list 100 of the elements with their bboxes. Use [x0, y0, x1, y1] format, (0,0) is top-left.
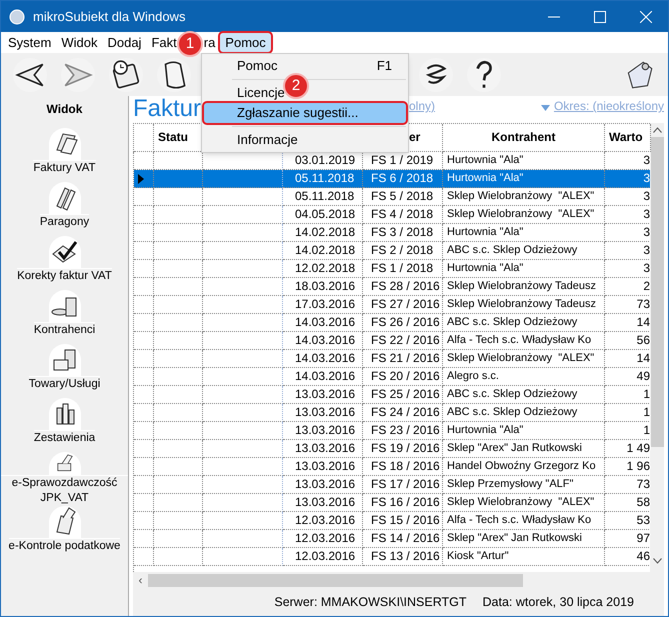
window-title: mikroSubiekt dla Windows — [33, 8, 186, 26]
menu-item[interactable]: Dodaj — [102, 33, 146, 52]
menu-item[interactable]: System — [3, 33, 56, 52]
table-row[interactable]: 12.03.2016 FS 14 / 2016 Sklep "Arex" Jan Rutkowski 97 — [134, 530, 650, 548]
sidebar-item[interactable]: e-Kontrole podatkowe — [1, 506, 128, 560]
menu-option[interactable]: Pomoc F1 — [204, 56, 406, 76]
table-cell: Sklep "Arex" Jan Rutkowski — [443, 440, 605, 458]
table-cell: FS 20 / 2016 — [363, 368, 443, 386]
table-cell: Hurtownia "Ala" — [443, 170, 605, 188]
sidebar-item[interactable]: Korekty faktur VAT — [1, 236, 128, 290]
table-row[interactable]: 17.03.2016 FS 27 / 2016 Sklep Wielobranżowy Tadeusz 73 — [134, 296, 650, 314]
table-cell: 18.03.2016 — [283, 278, 363, 296]
table-row[interactable]: 14.03.2016 FS 26 / 2016 ABC s.c. Sklep Odzieżowy 14 — [134, 314, 650, 332]
table-cell: ABC s.c. Sklep Odzieżowy — [443, 314, 605, 332]
table-cell: FS 26 / 2016 — [363, 314, 443, 332]
table-row[interactable]: 18.03.2016 FS 28 / 2016 Sklep Wielobranżowy Tadeusz 2 — [134, 278, 650, 296]
table-cell: 14.02.2018 — [283, 224, 363, 242]
menu-item[interactable]: Pomoc — [220, 33, 271, 52]
table-cell: FS 1 / 2018 — [363, 260, 443, 278]
table-row[interactable]: 13.03.2016 FS 18 / 2016 Handel Obwoźny Grzegorz Ko 1 96 — [134, 458, 650, 476]
close-icon[interactable] — [640, 10, 652, 22]
table-cell: 12.03.2016 — [283, 548, 363, 566]
bars-icon — [48, 398, 80, 430]
table-cell: 13.03.2016 — [283, 386, 363, 404]
table-cell: FS 21 / 2016 — [363, 350, 443, 368]
folder-icon — [48, 506, 80, 538]
table-row[interactable]: 12.02.2018 FS 1 / 2018 Hurtownia "Ala" 3 — [134, 260, 650, 278]
table-cell: 13.03.2016 — [283, 422, 363, 440]
clipboard-clock-icon[interactable] — [109, 58, 143, 92]
table-cell: 17.03.2016 — [283, 296, 363, 314]
table-cell: Sklep Przemysłowy "ALF" — [443, 476, 605, 494]
table-row[interactable]: 13.03.2016 FS 19 / 2016 Sklep "Arex" Jan Rutkowski 1 49 — [134, 440, 650, 458]
table-row[interactable]: 14.02.2018 FS 3 / 2018 Hurtownia "Ala" 3 — [134, 224, 650, 242]
menu-item[interactable]: Fakt — [146, 33, 177, 52]
page-title: Faktur — [133, 95, 202, 123]
table-cell: FS 6 / 2018 — [363, 170, 443, 188]
table-row[interactable]: 13.03.2016 FS 24 / 2016 ABC s.c. Sklep Odzieżowy 1 — [134, 404, 650, 422]
sidebar-item[interactable]: Kontrahenci — [1, 290, 128, 344]
scrollbar-thumb[interactable] — [650, 137, 664, 447]
table-cell: Alfa - Tech s.c. Władysław Ko — [443, 512, 605, 530]
question-mark-icon[interactable] — [467, 58, 501, 92]
documents-icon — [48, 128, 80, 160]
table-cell: Handel Obwoźny Grzegorz Ko — [443, 458, 605, 476]
sidebar-item[interactable]: Towary/Usługi — [1, 344, 128, 398]
table-row[interactable]: 13.03.2016 FS 23 / 2016 Hurtownia "Ala" 1 — [134, 422, 650, 440]
table-cell: FS 25 / 2016 — [363, 386, 443, 404]
table-cell: 1 96 — [605, 458, 650, 476]
checkmark-icon — [48, 236, 80, 268]
table-row[interactable]: 12.03.2016 FS 15 / 2016 Alfa - Tech s.c. Władysław Ko 53 — [134, 512, 650, 530]
server-status: Serwer: MMAKOWSKI\INSERTGT — [274, 594, 467, 612]
table-cell: Sklep Wielobranżowy "ALEX" — [443, 494, 605, 512]
table-cell: 14.03.2016 — [283, 332, 363, 350]
table-cell: 46 — [605, 548, 650, 566]
scroll-down-icon[interactable] — [652, 558, 662, 564]
table-row[interactable]: 13.03.2016 FS 17 / 2016 Sklep Przemysłowy "ALF" 73 — [134, 476, 650, 494]
table-cell: 13.03.2016 — [283, 494, 363, 512]
table-cell: FS 24 / 2016 — [363, 404, 443, 422]
table-cell: Sklep Wielobranżowy "ALEX" — [443, 350, 605, 368]
table-cell: 13.03.2016 — [283, 440, 363, 458]
table-row[interactable]: 14.02.2018 FS 2 / 2018 ABC s.c. Sklep Odzieżowy 3 — [134, 242, 650, 260]
table-cell: FS 4 / 2018 — [363, 206, 443, 224]
maximize-icon[interactable] — [594, 10, 606, 22]
sidebar-title: Widok — [46, 101, 82, 118]
table-cell: FS 28 / 2016 — [363, 278, 443, 296]
boxes-icon — [48, 344, 80, 376]
table-row[interactable]: 14.03.2016 FS 20 / 2016 Alegro s.c. 49 — [134, 368, 650, 386]
table-cell: Sklep Wielobranżowy "ALEX" — [443, 188, 605, 206]
table-cell: Sklep "Arex" Jan Rutkowski — [443, 530, 605, 548]
menu-option[interactable]: Informacje — [204, 130, 300, 150]
table-row[interactable]: 14.03.2016 FS 21 / 2016 Sklep Wielobranżowy "ALEX" 14 — [134, 350, 650, 368]
menu-option[interactable]: Zgłaszanie sugestii... — [204, 103, 406, 123]
scroll-up-icon[interactable] — [652, 127, 662, 133]
table-row[interactable]: 05.11.2018 FS 6 / 2018 Hurtownia "Ala" 3 — [134, 170, 650, 188]
table-row[interactable]: 14.03.2016 FS 22 / 2016 Alfa - Tech s.c. Władysław Ko 56 — [134, 332, 650, 350]
table-cell: FS 19 / 2016 — [363, 440, 443, 458]
sidebar-item[interactable]: Zestawienia — [1, 398, 128, 452]
sidebar-item[interactable]: Faktury VAT — [1, 128, 128, 182]
table-row[interactable]: 05.11.2018 FS 5 / 2018 Sklep Wielobranżowy "ALEX" 3 — [134, 188, 650, 206]
table-cell: Hurtownia "Ala" — [443, 260, 605, 278]
spiral-icon[interactable] — [419, 58, 453, 92]
table-cell: ABC s.c. Sklep Odzieżowy — [443, 386, 605, 404]
table-cell: 58 — [605, 494, 650, 512]
scroll-left-arrow[interactable]: ‹ — [133, 573, 148, 588]
document-icon[interactable] — [157, 58, 191, 92]
table-row[interactable]: 04.05.2018 FS 4 / 2018 Sklep Wielobranżowy "ALEX" 3 — [134, 206, 650, 224]
table-cell: FS 14 / 2016 — [363, 530, 443, 548]
table-row[interactable]: 13.03.2016 FS 16 / 2016 Sklep Wielobranżowy "ALEX" 58 — [134, 494, 650, 512]
sidebar-item[interactable]: Paragony — [1, 182, 128, 236]
table-cell: 53 — [605, 512, 650, 530]
table-row[interactable]: 12.03.2016 FS 13 / 2016 Kiosk "Artur" 46 — [134, 548, 650, 566]
menu-item[interactable]: Widok — [56, 33, 102, 52]
table-cell: FS 16 / 2016 — [363, 494, 443, 512]
dropdown-caret-icon[interactable] — [540, 105, 550, 111]
sidebar-item[interactable]: e-Sprawozdawczość JPK_VAT — [1, 452, 128, 506]
row-pointer-icon — [138, 174, 144, 184]
scrollbar-thumb[interactable] — [148, 574, 523, 587]
table-row[interactable]: 13.03.2016 FS 25 / 2016 ABC s.c. Sklep Odzieżowy 1 — [134, 386, 650, 404]
menu-item-fragment[interactable]: ra — [204, 33, 220, 52]
table-cell: FS 13 / 2016 — [363, 548, 443, 566]
table-cell: FS 3 / 2018 — [363, 224, 443, 242]
